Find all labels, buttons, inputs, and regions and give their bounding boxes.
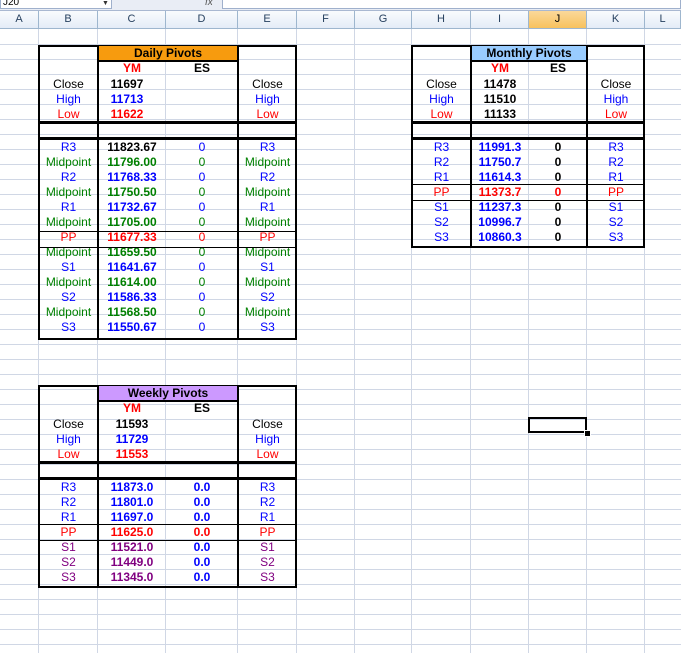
column-header-f[interactable]: F — [297, 11, 355, 29]
monthly-right-spacer — [586, 122, 645, 139]
column-header-g[interactable]: G — [355, 11, 412, 29]
formula-bar: J20 ▼ fx — [0, 0, 681, 11]
column-header-j[interactable]: J — [529, 11, 587, 29]
monthly-left-spacer — [411, 122, 472, 139]
weekly-mid-spacer — [97, 462, 239, 479]
name-box[interactable]: J20 — [0, 0, 112, 9]
weekly-left-box — [38, 478, 99, 588]
daily-left-box-top — [38, 45, 99, 123]
monthly-mid-box-top — [470, 60, 588, 123]
weekly-right-box — [237, 478, 297, 588]
weekly-left-box-top — [38, 385, 99, 463]
monthly-right-box — [586, 138, 645, 248]
chevron-down-icon[interactable]: ▼ — [102, 0, 109, 7]
monthly-left-box-top — [411, 45, 472, 123]
weekly-pivots-title: Weekly Pivots — [98, 385, 238, 401]
daily-mid-spacer — [97, 122, 239, 139]
monthly-mid-spacer — [470, 122, 588, 139]
weekly-pp-line-bottom — [38, 540, 297, 541]
daily-right-spacer — [237, 122, 297, 139]
column-header-l[interactable]: L — [645, 11, 681, 29]
active-cell-selection[interactable] — [528, 417, 587, 433]
daily-mid-box-top — [97, 60, 239, 123]
column-header-c[interactable]: C — [98, 11, 166, 29]
daily-pp-line-bottom — [38, 247, 297, 248]
weekly-right-box-top — [237, 385, 297, 463]
monthly-right-box-top — [586, 45, 645, 123]
formula-input[interactable] — [222, 0, 681, 9]
column-header-h[interactable]: H — [412, 11, 471, 29]
monthly-pp-line-bottom — [411, 200, 645, 201]
function-icon[interactable]: fx — [205, 0, 213, 8]
column-header-a[interactable]: A — [0, 11, 39, 29]
monthly-pivots-title: Monthly Pivots — [471, 45, 587, 61]
weekly-right-spacer — [237, 462, 297, 479]
daily-left-box — [38, 138, 99, 340]
column-header-k[interactable]: K — [587, 11, 645, 29]
fill-handle[interactable] — [584, 430, 591, 437]
weekly-pp-line-top — [38, 524, 297, 525]
weekly-left-spacer — [38, 462, 99, 479]
daily-left-spacer — [38, 122, 99, 139]
column-header-i[interactable]: I — [471, 11, 529, 29]
column-header-d[interactable]: D — [166, 11, 238, 29]
daily-pivots-title: Daily Pivots — [98, 45, 238, 61]
daily-pp-line-top — [38, 231, 297, 232]
column-header-b[interactable]: B — [39, 11, 98, 29]
column-header-e[interactable]: E — [238, 11, 297, 29]
daily-right-box-top — [237, 45, 297, 123]
weekly-mid-box-top — [97, 400, 239, 463]
monthly-left-box — [411, 138, 472, 248]
monthly-mid-box — [470, 138, 588, 248]
weekly-mid-box — [97, 478, 239, 588]
monthly-pp-line-top — [411, 184, 645, 185]
daily-right-box — [237, 138, 297, 340]
daily-mid-box — [97, 138, 239, 340]
